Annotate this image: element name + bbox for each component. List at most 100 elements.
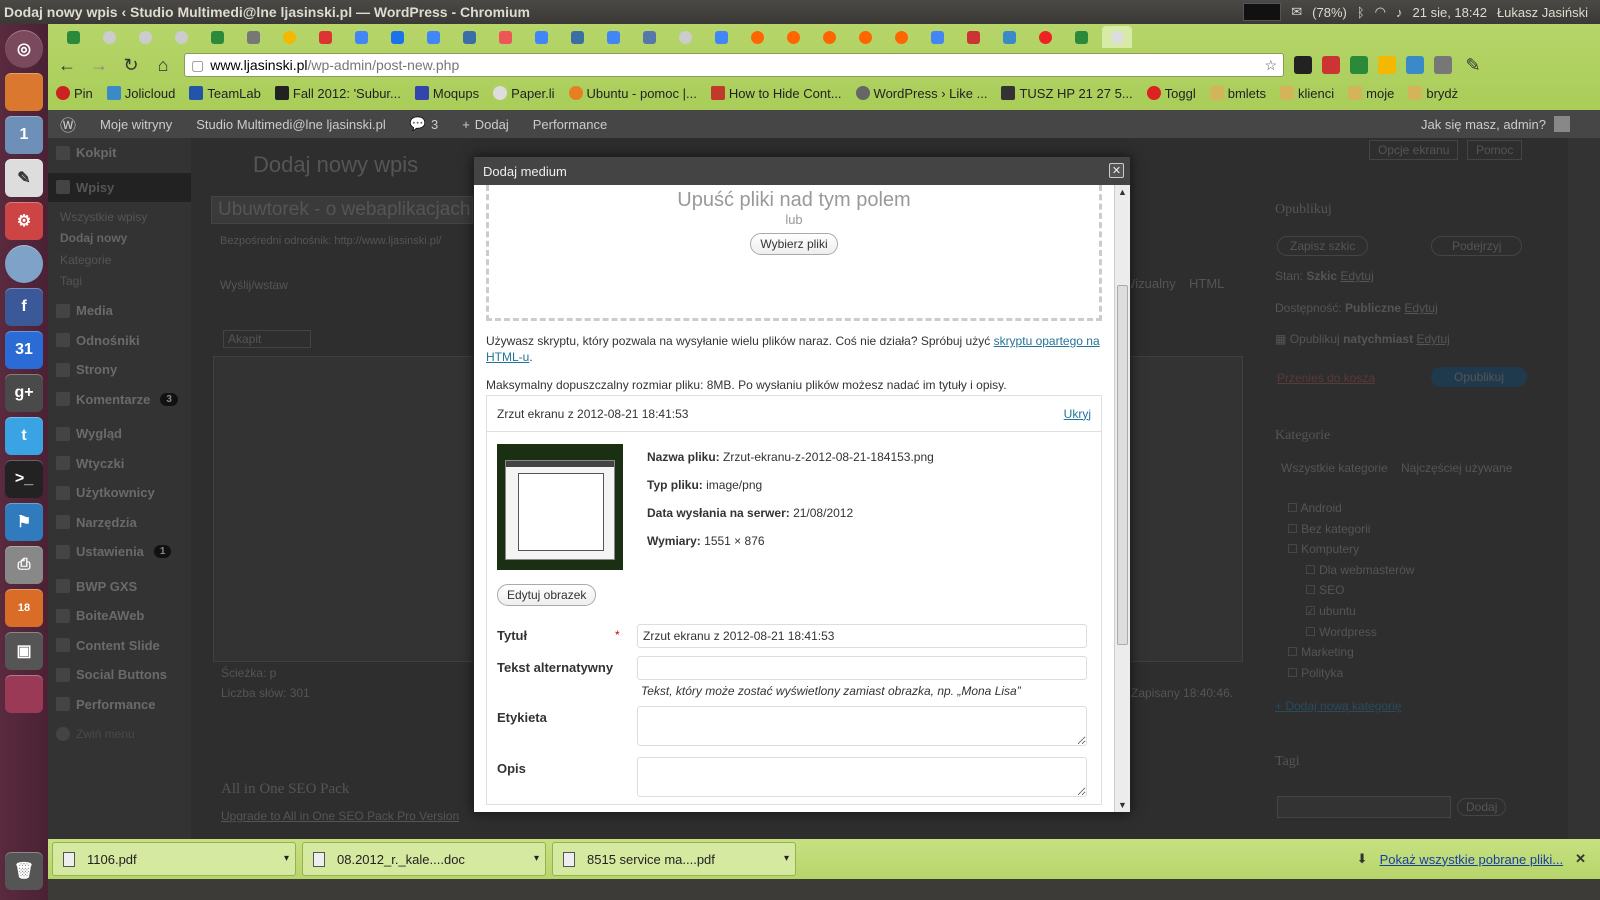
chevron-down-icon[interactable]: ▾	[784, 853, 789, 864]
edit-image-button[interactable]: Edytuj obrazek	[497, 584, 597, 606]
google-plus-icon[interactable]: g+	[5, 374, 43, 412]
bookmark-folder[interactable]: brydż	[1408, 86, 1458, 101]
back-icon[interactable]: ←	[56, 55, 78, 76]
menu-categories[interactable]: Kategorie	[48, 249, 191, 271]
scrollbar-thumb[interactable]	[1117, 285, 1128, 645]
extension-icon[interactable]	[1350, 56, 1368, 74]
menu-settings[interactable]: Ustawienia 1	[48, 537, 191, 567]
home-icon[interactable]: ⌂	[152, 55, 174, 76]
workspace-switcher-icon[interactable]	[5, 675, 43, 713]
category-item[interactable]: ☐ Polityka	[1287, 663, 1414, 684]
publish-button[interactable]: Opublikuj	[1431, 367, 1527, 387]
download-item[interactable]: 8515 service ma....pdf ▾	[552, 842, 796, 876]
menu-social-buttons[interactable]: Social Buttons	[48, 660, 191, 690]
bookmark-star-icon[interactable]: ☆	[1264, 57, 1277, 74]
terminal-icon[interactable]: >_	[5, 460, 43, 498]
calendar-icon[interactable]: 31	[5, 331, 43, 369]
files-icon[interactable]	[5, 73, 43, 111]
category-item[interactable]: ☐ Komputery	[1287, 539, 1414, 560]
tab[interactable]	[382, 26, 412, 48]
bookmark[interactable]: TeamLab	[189, 86, 261, 101]
tab[interactable]	[490, 26, 520, 48]
add-new-link[interactable]: + Dodaj	[450, 110, 521, 138]
bookmark[interactable]: How to Hide Cont...	[710, 86, 842, 101]
text-editor-icon[interactable]: ✎	[5, 159, 43, 197]
tab-all-categories[interactable]: Wszystkie kategorie	[1281, 461, 1388, 475]
tab[interactable]	[778, 26, 808, 48]
tab[interactable]	[958, 26, 988, 48]
printer-icon[interactable]: ⎙	[5, 546, 43, 584]
clock[interactable]: 21 sie, 18:42	[1413, 5, 1487, 20]
menu-performance[interactable]: Performance	[48, 690, 191, 720]
bookmark-folder[interactable]: bmlets	[1209, 86, 1266, 101]
bookmark[interactable]: Paper.li	[493, 86, 555, 101]
user-menu[interactable]: Łukasz Jasiński	[1497, 5, 1588, 20]
menu-media[interactable]: Media	[48, 296, 191, 326]
tab[interactable]	[130, 26, 160, 48]
scroll-down-icon[interactable]: ▼	[1118, 800, 1127, 810]
tab[interactable]	[202, 26, 232, 48]
category-item[interactable]: ☐ Bez kategorii	[1287, 519, 1414, 540]
add-category-link[interactable]: + Dodaj nową kategorię	[1275, 699, 1401, 713]
menu-comments[interactable]: Komentarze 3	[48, 385, 191, 415]
wifi-icon[interactable]: ◠	[1375, 4, 1386, 20]
tab[interactable]	[310, 26, 340, 48]
save-draft-button[interactable]: Zapisz szkic	[1277, 236, 1369, 256]
tag-input[interactable]	[1277, 796, 1451, 818]
volume-icon[interactable]: ♪	[1396, 5, 1403, 20]
screen-options-button[interactable]: Opcje ekranu	[1369, 140, 1459, 160]
tab[interactable]	[58, 26, 88, 48]
scroll-up-icon[interactable]: ▲	[1118, 187, 1127, 197]
dialog-scrollbar[interactable]: ▲ ▼	[1114, 185, 1130, 812]
dash-home-icon[interactable]: ◎	[5, 30, 43, 68]
trash-icon[interactable]: 🗑	[5, 852, 43, 890]
tab[interactable]	[742, 26, 772, 48]
show-all-downloads-link[interactable]: Pokaż wszystkie pobrane pliki...	[1380, 852, 1564, 867]
hide-link[interactable]: Ukryj	[1064, 407, 1091, 421]
file-drop-zone[interactable]: Upuść pliki nad tym polem lub Wybierz pl…	[486, 185, 1102, 321]
menu-boiteaweb[interactable]: BoiteAWeb	[48, 601, 191, 631]
bookmark[interactable]: Jolicloud	[106, 86, 175, 101]
tab[interactable]	[454, 26, 484, 48]
tab[interactable]	[1030, 26, 1060, 48]
tab[interactable]	[1066, 26, 1096, 48]
disk-icon[interactable]: 1	[5, 116, 43, 154]
tab[interactable]	[670, 26, 700, 48]
forward-icon[interactable]: →	[88, 55, 110, 76]
category-item[interactable]: ☐ Dla webmasterów	[1287, 560, 1414, 581]
menu-dashboard[interactable]: Kokpit	[48, 138, 191, 168]
bookmark[interactable]: TUSZ HP 21 27 5...	[1001, 86, 1133, 101]
paragraph-format-select[interactable]: Akapit	[223, 330, 311, 348]
extension-icon[interactable]	[1434, 56, 1452, 74]
tab[interactable]	[274, 26, 304, 48]
tab[interactable]	[94, 26, 124, 48]
menu-pages[interactable]: Strony	[48, 355, 191, 385]
preview-button[interactable]: Podejrzyj	[1431, 236, 1523, 256]
tab[interactable]	[346, 26, 376, 48]
menu-appearance[interactable]: Wygląd	[48, 419, 191, 449]
menu-content-slide[interactable]: Content Slide	[48, 631, 191, 661]
mail-icon[interactable]: ✉	[1291, 4, 1302, 20]
extension-icon[interactable]	[1378, 56, 1396, 74]
download-item[interactable]: 08.2012_r._kale....doc ▾	[302, 842, 546, 876]
bookmark[interactable]: Pin	[56, 86, 93, 101]
category-item[interactable]: ☐ Wordpress	[1287, 622, 1414, 643]
wp-logo-icon[interactable]: Ⓦ	[48, 110, 88, 138]
bookmark[interactable]: Toggl	[1146, 86, 1196, 101]
add-tag-button[interactable]: Dodaj	[1457, 798, 1507, 816]
update-manager-icon[interactable]: 18	[5, 589, 43, 627]
facebook-icon[interactable]: f	[5, 288, 43, 326]
close-icon[interactable]: ✕	[1109, 163, 1124, 178]
caption-textarea[interactable]	[637, 706, 1087, 746]
menu-links[interactable]: Odnośniki	[48, 326, 191, 356]
bookmark[interactable]: Fall 2012: 'Subur...	[274, 86, 401, 101]
menu-tools[interactable]: Narzędzia	[48, 508, 191, 538]
chevron-down-icon[interactable]: ▾	[284, 853, 289, 864]
page-scrollbar[interactable]	[1568, 138, 1600, 850]
category-item[interactable]: ☐ Android	[1287, 498, 1414, 519]
edit-schedule-link[interactable]: Edytuj	[1416, 332, 1449, 346]
account-menu[interactable]: Jak się masz, admin?	[1421, 116, 1600, 132]
tab[interactable]	[634, 26, 664, 48]
tab[interactable]	[598, 26, 628, 48]
tab[interactable]	[418, 26, 448, 48]
